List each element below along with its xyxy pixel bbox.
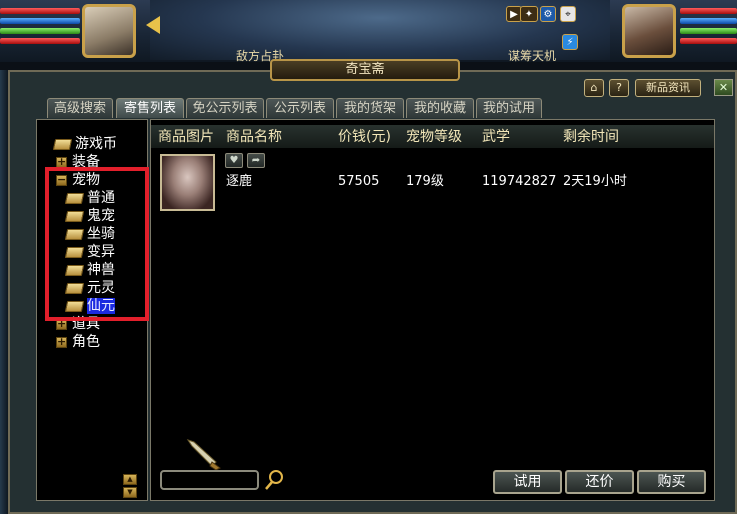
tab-no-publicity-list[interactable]: 免公示列表 — [186, 98, 264, 118]
row-level: 179级 — [406, 174, 444, 189]
col-item-image[interactable]: 商品图片 — [158, 128, 214, 146]
col-price[interactable]: 价钱(元) — [338, 128, 391, 146]
expand-plus-icon[interactable]: + — [56, 336, 67, 348]
col-item-name[interactable]: 商品名称 — [226, 128, 282, 146]
row-time-left: 2天19小时 — [563, 174, 627, 189]
mp-bar — [0, 18, 80, 24]
tab-publicity-list[interactable]: 公示列表 — [266, 98, 334, 118]
gift-icon[interactable]: ✦ — [520, 6, 538, 22]
window-title: 奇宝斋 — [270, 59, 460, 81]
expand-plus-icon[interactable]: + — [56, 156, 67, 168]
row-wuxue: 119742827 — [482, 174, 557, 189]
news-button[interactable]: 新品资讯 — [635, 79, 701, 97]
tree-item-character[interactable]: + 角色 — [56, 333, 100, 351]
col-pet-level[interactable]: 宠物等级 — [406, 128, 462, 146]
share-icon: ➦ — [251, 155, 261, 166]
home-icon: ⌂ — [590, 81, 598, 94]
collapse-arrow-icon[interactable] — [146, 16, 160, 34]
annotation-highlight-box — [45, 167, 149, 321]
search-input[interactable] — [160, 470, 259, 490]
favorite-button[interactable]: ♥ — [225, 153, 243, 168]
search-icon[interactable] — [264, 469, 284, 491]
target-exp-bar — [680, 28, 737, 34]
top-hud: 敌方占卦 谋筹天机 ▶ ✦ ⚙ ⌖ ⚡ — [0, 0, 737, 63]
trial-button[interactable]: 试用 — [493, 470, 562, 494]
bargain-button[interactable]: 还价 — [565, 470, 634, 494]
close-button[interactable]: ✕ — [714, 79, 733, 96]
tab-my-shelf[interactable]: 我的货架 — [336, 98, 404, 118]
map-icon[interactable]: ⌖ — [560, 6, 576, 22]
target-avatar[interactable] — [622, 4, 676, 58]
close-icon: ✕ — [718, 81, 729, 94]
gear-icon[interactable]: ⚙ — [540, 6, 556, 22]
tab-advanced-search[interactable]: 高级搜索 — [47, 98, 113, 118]
scroll-up-icon[interactable]: ▲ — [123, 474, 137, 485]
folder-icon — [52, 138, 73, 150]
help-button[interactable]: ? — [609, 79, 629, 97]
target-hp-bar — [680, 8, 737, 14]
exp-bar — [0, 28, 80, 34]
pet-hp-bar — [0, 38, 80, 44]
player-avatar[interactable] — [82, 4, 136, 58]
hp-bar — [0, 8, 80, 14]
row-item-name[interactable]: 逐鹿 — [226, 174, 252, 190]
home-button[interactable]: ⌂ — [584, 79, 604, 97]
tree-scroll-arrows[interactable]: ▲ ▼ — [123, 474, 137, 498]
item-thumbnail[interactable] — [160, 154, 215, 211]
row-price: 57505 — [338, 174, 380, 189]
target-mp-bar — [680, 18, 737, 24]
tab-my-favorites[interactable]: 我的收藏 — [406, 98, 474, 118]
col-time-left[interactable]: 剩余时间 — [563, 128, 619, 146]
side-strip — [0, 70, 8, 514]
target-extra-bar — [680, 38, 737, 44]
tree-item-currency[interactable]: 游戏币 — [52, 135, 117, 153]
dagger-cursor-icon — [186, 439, 221, 470]
tab-consignment-list[interactable]: 寄售列表 — [116, 98, 184, 118]
share-button[interactable]: ➦ — [247, 153, 265, 168]
hud-right-label: 谋筹天机 — [507, 49, 556, 63]
tab-my-trials[interactable]: 我的试用 — [476, 98, 542, 118]
col-wuxue[interactable]: 武学 — [482, 128, 510, 146]
buy-button[interactable]: 购买 — [637, 470, 706, 494]
teleport-icon[interactable]: ⚡ — [562, 34, 578, 50]
heart-icon: ♥ — [229, 155, 239, 166]
scroll-down-icon[interactable]: ▼ — [123, 487, 137, 498]
